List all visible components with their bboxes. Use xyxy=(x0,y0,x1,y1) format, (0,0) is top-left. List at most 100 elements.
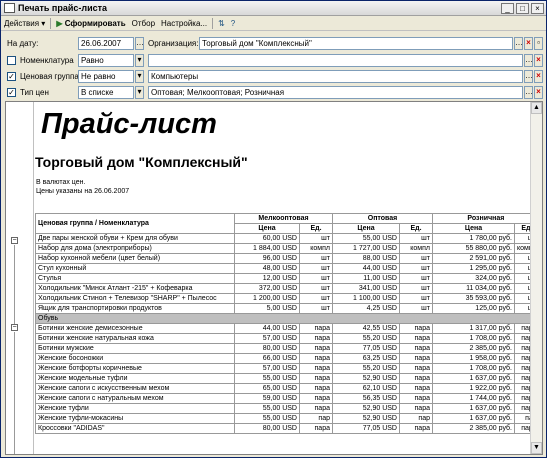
unit: шт xyxy=(399,253,433,264)
table-row: Холодильник Стинол + Телевизор "SHARP" +… xyxy=(35,293,540,304)
toolbar: Действия ▾ ▶ Сформировать Отбор Настройк… xyxy=(1,16,546,31)
condition-dropdown-icon[interactable]: ▾ xyxy=(135,86,144,99)
price-small-wholesale: 60,00 USD xyxy=(234,233,300,244)
unit: пара xyxy=(299,383,333,394)
scroll-up-icon[interactable]: ▲ xyxy=(531,102,542,114)
unit: шт xyxy=(299,293,333,304)
generate-button[interactable]: ▶ Сформировать xyxy=(53,17,128,30)
price-wholesale: 52,90 USD xyxy=(332,373,400,384)
price-small-wholesale: 80,00 USD xyxy=(234,343,300,354)
vertical-scrollbar[interactable]: ▲ ▼ xyxy=(530,102,542,454)
price-small-wholesale: 12,00 USD xyxy=(234,273,300,284)
item-name: Ботинки женские демисезонные xyxy=(35,323,235,334)
actions-menu[interactable]: Действия ▾ xyxy=(1,17,48,30)
nomenclature-condition[interactable]: Равно xyxy=(78,54,134,67)
maximize-button[interactable]: □ xyxy=(516,2,529,14)
unit: шт xyxy=(299,263,333,274)
org-open-icon[interactable]: ▫ xyxy=(534,37,543,50)
price-retail: 1 958,00 руб. xyxy=(432,353,515,364)
group-row: Обувь xyxy=(35,313,540,324)
price-wholesale: 63,25 USD xyxy=(332,353,400,364)
scroll-down-icon[interactable]: ▼ xyxy=(531,442,542,454)
settings-button[interactable]: Настройка... xyxy=(158,17,210,30)
price-small-wholesale: 57,00 USD xyxy=(234,363,300,374)
price-table: Ценовая группа / Номенклатура Мелкооптов… xyxy=(35,213,540,434)
date-label: На дату: xyxy=(7,39,39,48)
sort-icon[interactable]: ⇅ xyxy=(215,17,228,30)
price-list-window: Печать прайс-листа _ □ × Действия ▾ ▶ Сф… xyxy=(0,0,547,458)
collapse-group-icon[interactable]: − xyxy=(11,237,18,244)
unit: пара xyxy=(399,403,433,414)
price-type-checkbox[interactable]: ✓ xyxy=(7,88,16,97)
price-group-select-button[interactable]: … xyxy=(524,70,533,83)
run-icon: ▶ xyxy=(56,18,63,28)
table-row: Холодильник "Минск Атлант -215" + Кофева… xyxy=(35,283,540,294)
table-row: Женские модельные туфли 55,00 USD пара 52,9… xyxy=(35,373,540,384)
unit: пара xyxy=(299,403,333,414)
price-retail: 1 637,00 руб. xyxy=(432,403,515,414)
date-picker-button[interactable]: … xyxy=(135,37,144,50)
filter-row-price-type: ✓ Тип цен В списке ▾ Оптовая; Мелкооптов… xyxy=(1,86,546,100)
unit: пар xyxy=(299,413,333,424)
select-button[interactable]: Отбор xyxy=(129,17,158,30)
help-icon[interactable]: ? xyxy=(228,17,238,30)
org-clear-icon[interactable]: × xyxy=(524,37,533,50)
unit: компл xyxy=(399,243,433,254)
price-type-condition[interactable]: В списке xyxy=(78,86,134,99)
unit: пара xyxy=(399,353,433,364)
table-row: Две пары женской обуви + Крем для обуви 6… xyxy=(35,233,540,244)
price-retail: 1 317,00 руб. xyxy=(432,323,515,334)
minimize-button[interactable]: _ xyxy=(501,2,514,14)
report-title: Прайс-лист xyxy=(41,108,217,140)
org-select-button[interactable]: … xyxy=(514,37,523,50)
unit: пара xyxy=(299,343,333,354)
nomenclature-clear-icon[interactable]: × xyxy=(534,54,543,67)
price-type-clear-icon[interactable]: × xyxy=(534,86,543,99)
nomenclature-value[interactable] xyxy=(148,54,523,67)
item-name: Женские босоножки xyxy=(35,353,235,364)
header-group-small-wholesale: Мелкооптовая xyxy=(234,213,333,224)
filter-row-nomenclature: Номенклатура Равно ▾ … × xyxy=(1,54,546,68)
dropdown-arrow-icon: ▾ xyxy=(41,18,46,28)
price-group-value[interactable]: Компьютеры xyxy=(148,70,523,83)
nomenclature-select-button[interactable]: … xyxy=(524,54,533,67)
org-field[interactable]: Торговый дом "Комплексный" xyxy=(199,37,513,50)
condition-dropdown-icon[interactable]: ▾ xyxy=(135,70,144,83)
price-small-wholesale: 1 884,00 USD xyxy=(234,243,300,254)
report-document[interactable]: − − Прайс-лист Торговый дом "Комплексный… xyxy=(5,101,543,455)
price-group-condition[interactable]: Не равно xyxy=(78,70,134,83)
price-retail: 2 385,00 руб. xyxy=(432,343,515,354)
table-row: Ботинки женские натуральная кожа 57,00 US… xyxy=(35,333,540,344)
close-button[interactable]: × xyxy=(531,2,544,14)
date-field[interactable]: 26.06.2007 xyxy=(78,37,134,50)
unit: пара xyxy=(299,353,333,364)
price-group-clear-icon[interactable]: × xyxy=(534,70,543,83)
collapse-group-icon[interactable]: − xyxy=(11,324,18,331)
item-name: Стулья xyxy=(35,273,235,284)
unit: шт xyxy=(399,273,433,284)
price-wholesale: 52,90 USD xyxy=(332,403,400,414)
item-name: Женские сапоги с натуральным мехом xyxy=(35,393,235,404)
price-wholesale: 56,35 USD xyxy=(332,393,400,404)
price-retail: 1 295,00 руб. xyxy=(432,263,515,274)
unit: шт xyxy=(299,283,333,294)
title-bar: Печать прайс-листа _ □ × xyxy=(1,1,546,16)
price-wholesale: 42,55 USD xyxy=(332,323,400,334)
price-wholesale: 4,25 USD xyxy=(332,303,400,314)
price-wholesale: 55,20 USD xyxy=(332,333,400,344)
unit: шт xyxy=(299,303,333,314)
price-retail: 1 637,00 руб. xyxy=(432,413,515,424)
unit: шт xyxy=(399,293,433,304)
header-group-retail: Розничная xyxy=(432,213,540,224)
item-name: Стул кухонный xyxy=(35,263,235,274)
price-type-value[interactable]: Оптовая; Мелкооптовая; Розничная xyxy=(148,86,523,99)
price-group-checkbox[interactable]: ✓ xyxy=(7,72,16,81)
condition-dropdown-icon[interactable]: ▾ xyxy=(135,54,144,67)
nomenclature-label: Номенклатура xyxy=(20,56,74,65)
unit: пара xyxy=(299,363,333,374)
nomenclature-checkbox[interactable] xyxy=(7,56,16,65)
item-name: Женские сапоги с искусственным мехом xyxy=(35,383,235,394)
price-type-select-button[interactable]: … xyxy=(524,86,533,99)
price-retail: 2 385,00 руб. xyxy=(432,423,515,434)
table-row: Кроссовки "ADIDAS" 80,00 USD пара 77,05 USD… xyxy=(35,423,540,434)
